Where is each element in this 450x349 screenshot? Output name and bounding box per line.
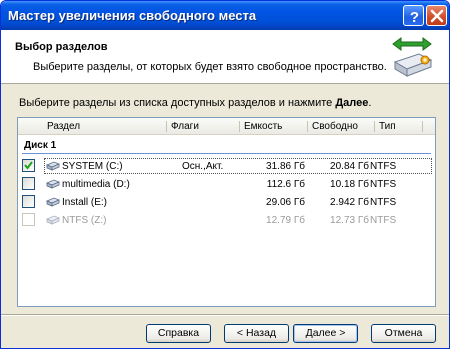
back-button[interactable]: < Назад [224,324,289,343]
partition-flags: Осн.,Акт. [182,161,224,172]
disk-resize-icon [392,37,433,77]
partition-capacity: 31.86 Гб [266,161,305,172]
partition-checkbox[interactable] [22,177,35,190]
title-bar[interactable]: Мастер увеличения свободного места ? [1,1,449,30]
partition-type: NTFS [370,197,397,208]
partition-type: NTFS [370,179,397,190]
table-row[interactable]: multimedia (D:) 112.6 Гб 10.18 Гб NTFS [20,176,433,193]
partition-list[interactable]: Раздел Флаги Емкость Свободно Тип Диск 1… [17,117,436,307]
table-row[interactable]: Install (E:) 29.06 Гб 2.942 Гб NTFS [20,194,433,211]
wizard-window: Мастер увеличения свободного места ? Выб… [0,0,450,349]
partition-name: Install (E:) [62,197,108,208]
partition-checkbox[interactable] [22,159,35,172]
partition-capacity: 12.79 Гб [266,215,305,226]
svg-text:?: ? [410,9,419,26]
disk-group-header: Диск 1 [24,140,57,151]
partition-capacity: 29.06 Гб [266,197,305,208]
drive-icon [46,197,60,207]
column-partition[interactable]: Раздел [47,121,80,132]
column-flags[interactable]: Флаги [171,121,199,132]
column-header: Раздел Флаги Емкость Свободно Тип [18,118,435,135]
partition-free: 2.942 Гб [330,197,369,208]
column-free[interactable]: Свободно [312,121,358,132]
page-title: Выбор разделов [15,41,108,53]
partition-free: 10.18 Гб [330,179,369,190]
partition-free: 20.84 Гб [330,161,369,172]
cancel-button[interactable]: Отмена [371,324,436,343]
drive-icon [46,161,60,171]
partition-type: NTFS [370,215,397,226]
partition-checkbox [22,213,35,226]
instruction-text: Выберите разделы из списка доступных раз… [19,97,372,109]
drive-icon [46,215,60,225]
partition-free: 12.73 Гб [330,215,369,226]
partition-name: NTFS (Z:) [62,215,107,226]
drive-icon [46,179,60,189]
partition-capacity: 112.6 Гб [266,179,305,190]
table-row: NTFS (Z:) 12.79 Гб 12.73 Гб NTFS [20,212,433,229]
wizard-header: Выбор разделов Выберите разделы, от кото… [1,30,449,84]
close-icon[interactable] [426,5,447,26]
partition-checkbox[interactable] [22,195,35,208]
group-divider [22,153,431,154]
partition-name: multimedia (D:) [62,179,130,190]
column-type[interactable]: Тип [379,121,396,132]
help-button[interactable]: Справка [146,324,211,343]
checkmark-icon [24,161,33,170]
next-button[interactable]: Далее > [293,324,358,343]
partition-name: SYSTEM (C:) [62,161,123,172]
window-title: Мастер увеличения свободного места [8,8,257,23]
page-description: Выберите разделы, от которых будет взято… [33,61,387,73]
column-capacity[interactable]: Емкость [244,121,282,132]
table-row[interactable]: SYSTEM (C:) Осн.,Акт. 31.86 Гб 20.84 Гб … [20,158,433,175]
help-icon[interactable]: ? [403,5,424,26]
partition-type: NTFS [370,161,397,172]
